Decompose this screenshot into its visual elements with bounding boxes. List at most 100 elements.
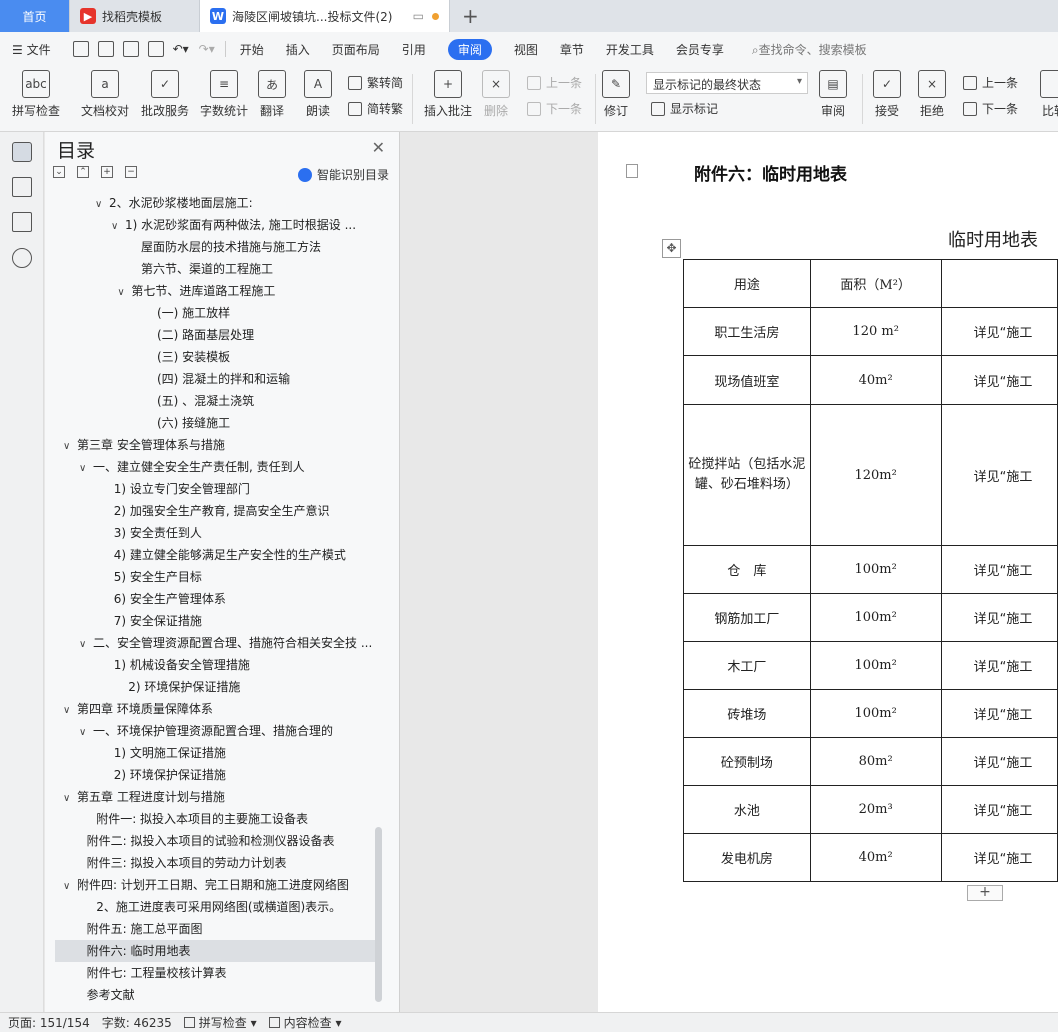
search-icon[interactable] <box>12 248 32 268</box>
menu-references[interactable]: 引用 <box>402 41 426 58</box>
word-count-button[interactable]: ≡ 字数统计 <box>200 70 248 119</box>
toc-item[interactable]: (三) 安装模板 <box>55 346 375 368</box>
menu-chapter[interactable]: 章节 <box>560 41 584 58</box>
revise-button[interactable]: ✎ 修订 <box>602 70 630 119</box>
smart-toc-button[interactable]: 智能识别目录 <box>297 166 389 183</box>
toc-item[interactable]: 7) 安全保证措施 <box>55 610 375 632</box>
prev-comment-button[interactable]: 上一条 <box>527 74 582 91</box>
toc-item[interactable]: (五) 、混凝土浇筑 <box>55 390 375 412</box>
toc-item[interactable]: 附件一: 拟投入本项目的主要施工设备表 <box>55 808 375 830</box>
toc-item[interactable]: ∨ 第三章 安全管理体系与措施 <box>55 434 375 456</box>
tab-home[interactable]: 首页 <box>0 0 70 32</box>
tab-document[interactable]: W 海陵区闸坡镇坑...投标文件(2) ▭ <box>200 0 450 32</box>
undo-icon[interactable]: ↶▾ <box>173 42 189 56</box>
chevron-down-icon[interactable]: ∨ <box>79 722 93 742</box>
toc-item[interactable]: 1) 文明施工保证措施 <box>55 742 375 764</box>
doc-proof-button[interactable]: a 文档校对 <box>81 70 129 119</box>
chevron-down-icon[interactable]: ∨ <box>63 436 77 456</box>
toc-item[interactable]: (四) 混凝土的拌和和运输 <box>55 368 375 390</box>
print-icon[interactable] <box>122 41 139 57</box>
bookmark-icon[interactable] <box>12 212 32 232</box>
toc-item[interactable]: 附件三: 拟投入本项目的劳动力计划表 <box>55 852 375 874</box>
toc-item[interactable]: 1) 设立专门安全管理部门 <box>55 478 375 500</box>
toc-item[interactable]: ∨ 1) 水泥砂浆面有两种做法, 施工时根据设 ... <box>55 214 375 236</box>
next-comment-button[interactable]: 下一条 <box>527 100 582 117</box>
delete-comment-button[interactable]: × 删除 <box>482 70 510 119</box>
chevron-down-icon[interactable]: ∨ <box>63 788 77 808</box>
toc-item[interactable]: 5) 安全生产目标 <box>55 566 375 588</box>
collapse-icon[interactable]: ⌄ <box>53 166 65 178</box>
menu-insert[interactable]: 插入 <box>286 41 310 58</box>
menu-start[interactable]: 开始 <box>240 41 264 58</box>
toc-item[interactable]: ∨ 一、环境保护管理资源配置合理、措施合理的 <box>55 720 375 742</box>
read-aloud-button[interactable]: A 朗读 <box>304 70 332 119</box>
menu-member[interactable]: 会员专享 <box>676 41 724 58</box>
close-icon[interactable]: ✕ <box>372 138 385 157</box>
command-search[interactable]: ⌕查找命令、搜索模板 <box>752 41 867 58</box>
trad-to-simp-button[interactable]: 繁转简 <box>348 74 403 91</box>
toc-item[interactable]: 附件六: 临时用地表 <box>55 940 375 962</box>
toc-icon[interactable] <box>12 142 32 162</box>
prev-change-button[interactable]: 上一条 <box>963 74 1018 91</box>
toc-item[interactable]: 屋面防水层的技术措施与施工方法 <box>55 236 375 258</box>
toc-item[interactable]: 1) 机械设备安全管理措施 <box>55 654 375 676</box>
page-indicator[interactable]: 页面: 151/154 <box>8 1014 90 1031</box>
toc-item[interactable]: 第六节、渠道的工程施工 <box>55 258 375 280</box>
toc-item[interactable]: (二) 路面基层处理 <box>55 324 375 346</box>
export-icon[interactable] <box>97 41 114 57</box>
compare-button[interactable]: 比较 <box>1040 70 1058 119</box>
menu-page-layout[interactable]: 页面布局 <box>332 41 380 58</box>
toc-item[interactable]: ∨ 二、安全管理资源配置合理、措施符合相关安全技 ... <box>55 632 375 654</box>
markup-state-select[interactable]: 显示标记的最终状态 <box>646 72 808 94</box>
print-preview-icon[interactable] <box>147 41 164 57</box>
expand-icon[interactable]: ⌃ <box>77 166 89 178</box>
menu-view[interactable]: 视图 <box>514 41 538 58</box>
insert-comment-button[interactable]: + 插入批注 <box>424 70 472 119</box>
chapter-icon[interactable] <box>12 177 32 197</box>
show-markup-button[interactable]: 显示标记 <box>651 100 718 117</box>
toc-item[interactable]: (一) 施工放样 <box>55 302 375 324</box>
accept-button[interactable]: ✓ 接受 <box>873 70 901 119</box>
redo-icon[interactable]: ↷▾ <box>199 42 215 56</box>
reject-button[interactable]: × 拒绝 <box>918 70 946 119</box>
toc-item[interactable]: 附件五: 施工总平面图 <box>55 918 375 940</box>
batch-service-button[interactable]: ✓ 批改服务 <box>141 70 189 119</box>
toc-item[interactable]: ∨ 2、水泥砂浆楼地面层施工: <box>55 192 375 214</box>
toc-item[interactable]: ∨ 附件四: 计划开工日期、完工日期和施工进度网络图 <box>55 874 375 896</box>
chevron-down-icon[interactable]: ∨ <box>79 458 93 478</box>
menu-review[interactable]: 审阅 <box>447 38 492 60</box>
toc-item[interactable]: 附件七: 工程量校核计算表 <box>55 962 375 984</box>
spellcheck-status[interactable]: 拼写检查 ▾ <box>183 1014 257 1031</box>
toc-item[interactable]: ∨ 第四章 环境质量保障体系 <box>55 698 375 720</box>
monitor-icon[interactable]: ▭ <box>407 9 424 23</box>
toc-item[interactable]: 2) 环境保护保证措施 <box>55 764 375 786</box>
toc-item[interactable]: ∨ 第七节、进库道路工程施工 <box>55 280 375 302</box>
spellcheck-button[interactable]: abc 拼写检查 <box>12 70 60 119</box>
file-menu[interactable]: ☰ 文件 <box>12 41 51 58</box>
tab-template[interactable]: ▶ 找稻壳模板 <box>70 0 200 32</box>
remove-icon[interactable]: − <box>125 166 137 178</box>
toc-item[interactable]: (六) 接缝施工 <box>55 412 375 434</box>
chevron-down-icon[interactable]: ∨ <box>63 876 77 896</box>
chevron-down-icon[interactable]: ∨ <box>95 194 109 214</box>
toc-item[interactable]: ∨ 第五章 工程进度计划与措施 <box>55 786 375 808</box>
review-pane-button[interactable]: ▤ 审阅 <box>819 70 847 119</box>
toc-item[interactable]: 参考文献 <box>55 984 375 1002</box>
word-count-indicator[interactable]: 字数: 46235 <box>102 1014 172 1031</box>
content-check-status[interactable]: 内容检查 ▾ <box>268 1014 341 1031</box>
chevron-down-icon[interactable]: ∨ <box>117 282 131 302</box>
paragraph-icon[interactable] <box>626 164 638 178</box>
toc-item[interactable]: 6) 安全生产管理体系 <box>55 588 375 610</box>
toc-item[interactable]: 附件二: 拟投入本项目的试验和检测仪器设备表 <box>55 830 375 852</box>
toc-item[interactable]: 2) 环境保护保证措施 <box>55 676 375 698</box>
toc-item[interactable]: ∨ 一、建立健全安全生产责任制, 责任到人 <box>55 456 375 478</box>
toc-scrollbar[interactable] <box>375 827 382 1002</box>
toc-item[interactable]: 3) 安全责任到人 <box>55 522 375 544</box>
menu-dev-tools[interactable]: 开发工具 <box>606 41 654 58</box>
toc-item[interactable]: 2、施工进度表可采用网络图(或横道图)表示。 <box>55 896 375 918</box>
chevron-down-icon[interactable]: ∨ <box>111 216 125 236</box>
table-move-icon[interactable]: ✥ <box>662 239 681 258</box>
save-icon[interactable] <box>72 41 89 57</box>
add-icon[interactable]: + <box>101 166 113 178</box>
chevron-down-icon[interactable]: ∨ <box>63 700 77 720</box>
